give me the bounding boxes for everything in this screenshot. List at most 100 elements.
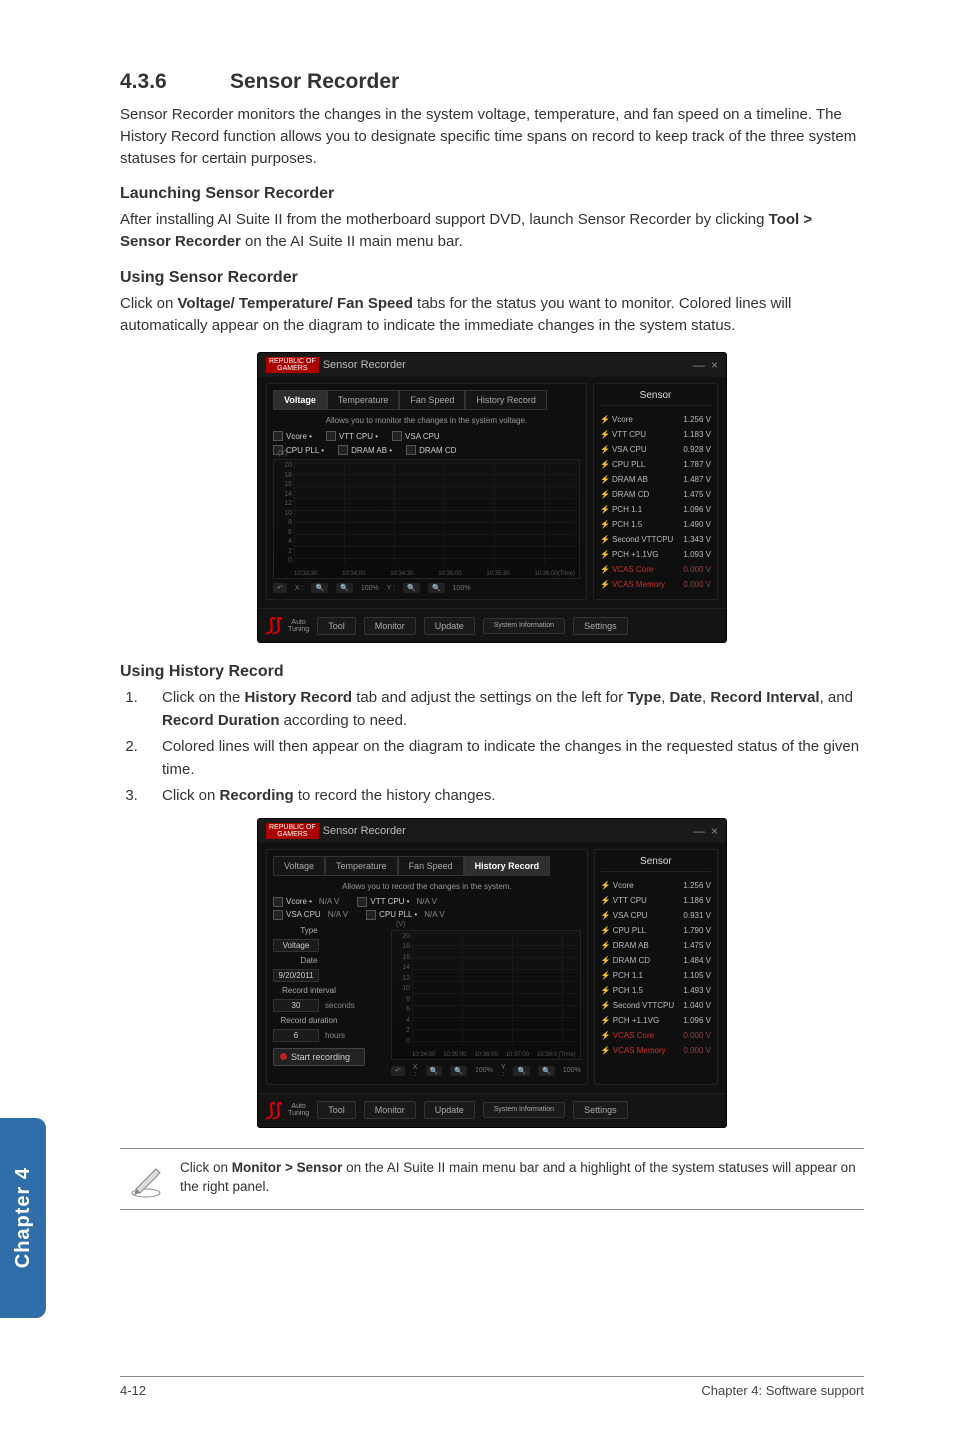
start-recording-label: Start recording (291, 1052, 350, 1062)
chart-unit: (V) (396, 921, 405, 928)
sensor-row: ⚡Vcore1.256 V (600, 412, 711, 427)
rog-logo-icon: ⟆⟆ (266, 1100, 280, 1121)
zoom-x-label: X : (295, 585, 304, 592)
zoom-x-out-icon[interactable]: 🔍 (450, 1066, 467, 1076)
tab-history[interactable]: History Record (465, 390, 547, 410)
close-button[interactable]: × (711, 358, 718, 372)
check-vsacpu[interactable]: VSA CPUN/A V (273, 910, 348, 920)
interval-input[interactable]: 30 (273, 999, 319, 1012)
zoom-y-in-icon[interactable]: 🔍 (403, 583, 420, 593)
brand-top: REPUBLIC OF (269, 358, 316, 365)
zoom-y-val: 100% (453, 585, 471, 592)
monitor-button[interactable]: Monitor (364, 1101, 416, 1119)
zoom-y-val: 100% (563, 1067, 581, 1074)
sensor-row: ⚡PCH 1.11.105 V (601, 968, 711, 983)
zoom-x-out-icon[interactable]: 🔍 (336, 583, 353, 593)
history-steps: Click on the History Record tab and adju… (142, 687, 864, 808)
update-button[interactable]: Update (424, 1101, 475, 1119)
minimize-button[interactable]: — (693, 358, 705, 372)
sensor-row: ⚡VCAS Memory0.000 V (601, 1043, 711, 1058)
sensor-row: ⚡PCH 1.51.493 V (601, 983, 711, 998)
minimize-button[interactable]: — (693, 824, 705, 838)
tab-history[interactable]: History Record (464, 856, 551, 876)
interval-unit: seconds (325, 1001, 355, 1010)
tabstrip: Voltage Temperature Fan Speed History Re… (273, 390, 580, 410)
launch-text-b: on the AI Suite II main menu bar. (241, 233, 463, 250)
sensor-row: ⚡VCAS Core0.000 V (600, 562, 711, 577)
check-vcore[interactable]: Vcore •N/A V (273, 897, 339, 907)
zoom-x-in-icon[interactable]: 🔍 (311, 583, 328, 593)
tab-fanspeed[interactable]: Fan Speed (399, 390, 465, 410)
tab-temperature[interactable]: Temperature (327, 390, 400, 410)
undo-zoom-icon[interactable]: ↶ (391, 1066, 405, 1076)
launch-heading: Launching Sensor Recorder (120, 185, 864, 203)
step-3: Click on Recording to record the history… (142, 785, 864, 808)
tab-voltage[interactable]: Voltage (273, 856, 325, 876)
history-heading: Using History Record (120, 663, 864, 681)
check-cpupll[interactable]: CPU PLL •N/A V (366, 910, 445, 920)
check-vttcpu[interactable]: VTT CPU •N/A V (357, 897, 437, 907)
tab-fanspeed[interactable]: Fan Speed (398, 856, 464, 876)
autotune-1: Auto (288, 1103, 309, 1110)
intro-paragraph: Sensor Recorder monitors the changes in … (120, 104, 864, 169)
duration-label: Record duration (273, 1016, 345, 1025)
using-paragraph: Click on Voltage/ Temperature/ Fan Speed… (120, 293, 864, 337)
using-bold: Voltage/ Temperature/ Fan Speed (178, 295, 413, 312)
footer-chapter: Chapter 4: Software support (701, 1383, 864, 1398)
sysinfo-button[interactable]: System Information (483, 618, 565, 634)
brand-bot: GAMERS (269, 365, 316, 372)
rog-logo-icon: ⟆⟆ (266, 615, 280, 636)
tab-voltage[interactable]: Voltage (273, 390, 327, 410)
check-vcore[interactable]: Vcore • (273, 431, 312, 441)
check-vsacpu[interactable]: VSA CPU (392, 431, 440, 441)
hint-text: Allows you to monitor the changes in the… (273, 416, 580, 425)
sensor-row: ⚡VSA CPU0.928 V (600, 442, 711, 457)
tab-temperature[interactable]: Temperature (325, 856, 398, 876)
type-select[interactable]: Voltage (273, 939, 319, 952)
step-2: Colored lines will then appear on the di… (142, 736, 864, 781)
interval-label: Record interval (273, 986, 345, 995)
start-recording-button[interactable]: Start recording (273, 1048, 365, 1066)
check-vttcpu[interactable]: VTT CPU • (326, 431, 378, 441)
sensor-row: ⚡DRAM CD1.484 V (601, 953, 711, 968)
type-label: Type (273, 926, 345, 935)
step-1: Click on the History Record tab and adju… (142, 687, 864, 732)
sensor-row: ⚡VCAS Core0.000 V (601, 1028, 711, 1043)
zoom-y-in-icon[interactable]: 🔍 (513, 1066, 530, 1076)
zoom-y-out-icon[interactable]: 🔍 (538, 1066, 555, 1076)
sensor-row: ⚡CPU PLL1.790 V (601, 923, 711, 938)
sensor-row: ⚡VSA CPU0.931 V (601, 908, 711, 923)
update-button[interactable]: Update (424, 617, 475, 635)
settings-button[interactable]: Settings (573, 1101, 628, 1119)
monitor-button[interactable]: Monitor (364, 617, 416, 635)
date-input[interactable]: 9/20/2011 (273, 969, 319, 982)
zoom-y-label: Y : (501, 1064, 506, 1078)
sensor-panel-title: Sensor (600, 390, 711, 406)
check-dramcd[interactable]: DRAM CD (406, 445, 456, 455)
sensor-row: ⚡DRAM CD1.475 V (600, 487, 711, 502)
zoom-x-val: 100% (361, 585, 379, 592)
tool-button[interactable]: Tool (317, 1101, 356, 1119)
close-button[interactable]: × (711, 824, 718, 838)
launch-text-a: After installing AI Suite II from the mo… (120, 211, 769, 228)
section-number: 4.3.6 (120, 70, 230, 94)
sensor-row: ⚡PCH +1.1VG1.093 V (600, 547, 711, 562)
tabstrip: Voltage Temperature Fan Speed History Re… (273, 856, 581, 876)
duration-input[interactable]: 6 (273, 1029, 319, 1042)
using-heading: Using Sensor Recorder (120, 269, 864, 287)
zoom-y-label: Y : (387, 585, 395, 592)
undo-zoom-icon[interactable]: ↶ (273, 583, 287, 593)
sysinfo-button[interactable]: System Information (483, 1102, 565, 1118)
zoom-x-in-icon[interactable]: 🔍 (426, 1066, 443, 1076)
note-box: Click on Monitor > Sensor on the AI Suit… (120, 1148, 864, 1210)
sensor-row: ⚡VTT CPU1.183 V (600, 427, 711, 442)
using-text-a: Click on (120, 295, 178, 312)
note-bold: Monitor > Sensor (232, 1160, 343, 1175)
check-dramab[interactable]: DRAM AB • (338, 445, 392, 455)
autotune-2: Tuning (288, 1110, 309, 1117)
zoom-y-out-icon[interactable]: 🔍 (428, 583, 445, 593)
sensor-row: ⚡PCH 1.51.490 V (600, 517, 711, 532)
tool-button[interactable]: Tool (317, 617, 356, 635)
settings-button[interactable]: Settings (573, 617, 628, 635)
note-text-a: Click on (180, 1160, 232, 1175)
